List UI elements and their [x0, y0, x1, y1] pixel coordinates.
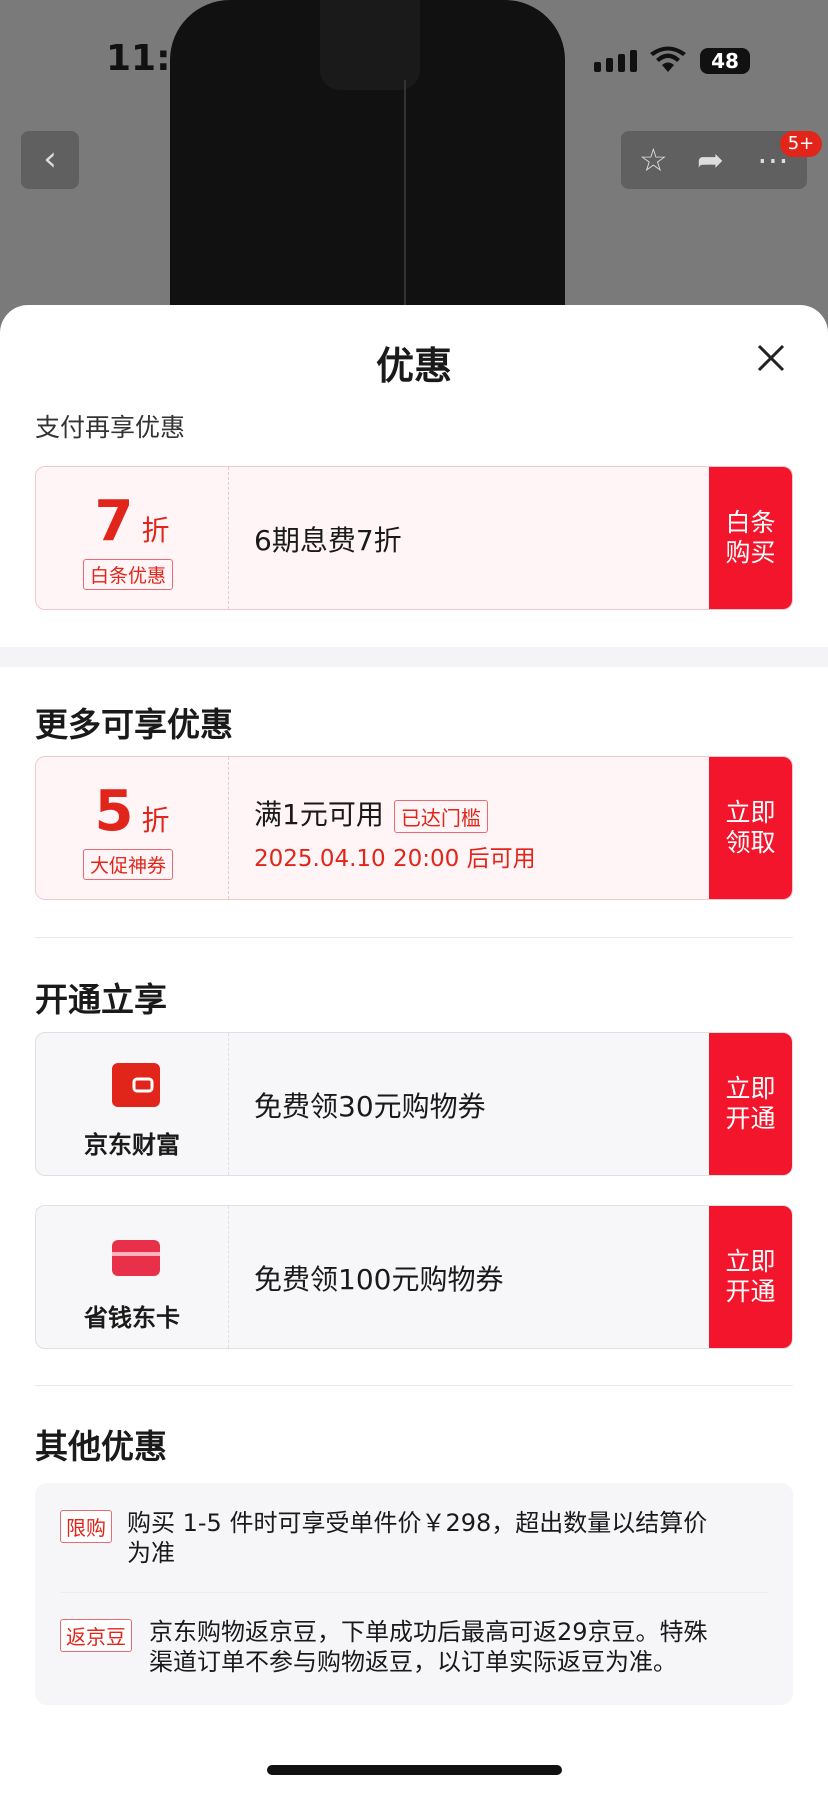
reached-badge: 已达门槛: [393, 799, 488, 833]
limit-line2: 为准: [127, 1539, 175, 1567]
pay-label: 支付再享优惠: [35, 413, 186, 442]
other-discounts-box: 限购 购买 1-5 件时可享受单件价￥298，超出数量以结算价 为准 返京豆 京…: [35, 1483, 793, 1705]
limit-tag: 限购: [60, 1510, 112, 1543]
baitiao-card: 7折 白条优惠 6期息费7折 白条 购买: [35, 466, 793, 610]
divider-line: [60, 1592, 768, 1593]
section-divider: [0, 647, 828, 667]
action-line2: 购买: [725, 538, 776, 567]
divider-line: [35, 937, 793, 938]
baitiao-unit: 折: [141, 514, 170, 547]
limit-text: 购买 1-5 件时可享受单件价￥298，超出数量以结算价 为准: [127, 1508, 707, 1568]
baitiao-tag: 白条优惠: [83, 559, 174, 590]
cart-badge: 5+: [780, 131, 822, 157]
share-icon[interactable]: ➦: [697, 141, 724, 179]
action-line2: 开通: [725, 1104, 776, 1133]
back-button[interactable]: ‹: [21, 131, 79, 189]
divider-line: [35, 1385, 793, 1386]
battery-icon: 48: [700, 48, 750, 74]
status-time: 11:30: [106, 38, 221, 79]
coupon-card: 5折 大促神券 满1元可用 已达门槛 2025.04.10 20:00 后可用 立…: [35, 756, 793, 900]
wallet-icon: [112, 1063, 160, 1107]
jingdou-tag: 返京豆: [60, 1619, 132, 1652]
open-title: 开通立享: [35, 980, 167, 1019]
limit-line1: 购买 1-5 件时可享受单件价￥298，超出数量以结算价: [127, 1509, 708, 1537]
close-icon[interactable]: [756, 340, 786, 380]
coupon-number: 5: [94, 779, 134, 844]
save-card-left: 省钱东卡: [36, 1206, 229, 1348]
claim-button[interactable]: 立即 领取: [709, 757, 792, 899]
zip-image: [404, 80, 406, 330]
baitiao-left: 7折 白条优惠: [36, 467, 229, 609]
save-card-text: 免费领100元购物券: [254, 1263, 504, 1296]
coupon-unit: 折: [141, 804, 170, 837]
card-icon: [112, 1240, 160, 1276]
signal-icon: [594, 50, 637, 72]
other-title: 其他优惠: [35, 1427, 167, 1466]
jingdou-line2: 渠道订单不参与购物返豆，以订单实际返豆为准。: [149, 1648, 677, 1676]
jd-wealth-text: 免费领30元购物券: [254, 1090, 486, 1123]
action-line1: 立即: [725, 1074, 776, 1103]
jingdou-text: 京东购物返京豆，下单成功后最高可返29京豆。特殊 渠道订单不参与购物返豆，以订单…: [149, 1617, 708, 1677]
action-line1: 立即: [725, 798, 776, 827]
home-indicator: [267, 1765, 562, 1775]
action-line1: 立即: [725, 1247, 776, 1276]
jd-wealth-left: 京东财富: [36, 1033, 229, 1175]
star-icon[interactable]: ☆: [639, 141, 668, 179]
baitiao-buy-button[interactable]: 白条 购买: [709, 467, 792, 609]
baitiao-text: 6期息费7折: [254, 524, 402, 557]
status-bar: 11:30 48: [0, 30, 828, 90]
open-save-card-button[interactable]: 立即 开通: [709, 1206, 792, 1348]
jd-wealth-name: 京东财富: [84, 1131, 180, 1159]
baitiao-number: 7: [94, 489, 134, 554]
save-card-name: 省钱东卡: [84, 1304, 180, 1332]
coupon-tag: 大促神券: [83, 849, 174, 880]
chevron-left-icon: ‹: [43, 139, 57, 179]
jingdou-line1: 京东购物返京豆，下单成功后最高可返29京豆。特殊: [149, 1618, 708, 1646]
action-line1: 白条: [725, 508, 776, 537]
coupon-text: 满1元可用: [254, 798, 384, 831]
open-jd-wealth-button[interactable]: 立即 开通: [709, 1033, 792, 1175]
action-line2: 领取: [725, 828, 776, 857]
action-line2: 开通: [725, 1277, 776, 1306]
wifi-icon: [650, 44, 686, 82]
coupon-left: 5折 大促神券: [36, 757, 229, 899]
action-group: ☆ ➦ ⋯: [621, 131, 807, 189]
discount-sheet: 优惠 支付再享优惠 7折 白条优惠 6期息费7折 白条 购买 更多可享优惠 5折 …: [0, 305, 828, 1796]
jd-wealth-card: 京东财富 免费领30元购物券 立即 开通: [35, 1032, 793, 1176]
sheet-title: 优惠: [375, 344, 452, 388]
more-title: 更多可享优惠: [35, 705, 233, 744]
save-card: 省钱东卡 免费领100元购物券 立即 开通: [35, 1205, 793, 1349]
coupon-condition: 满1元可用 已达门槛: [254, 793, 488, 833]
coupon-time: 2025.04.10 20:00 后可用: [254, 846, 536, 872]
